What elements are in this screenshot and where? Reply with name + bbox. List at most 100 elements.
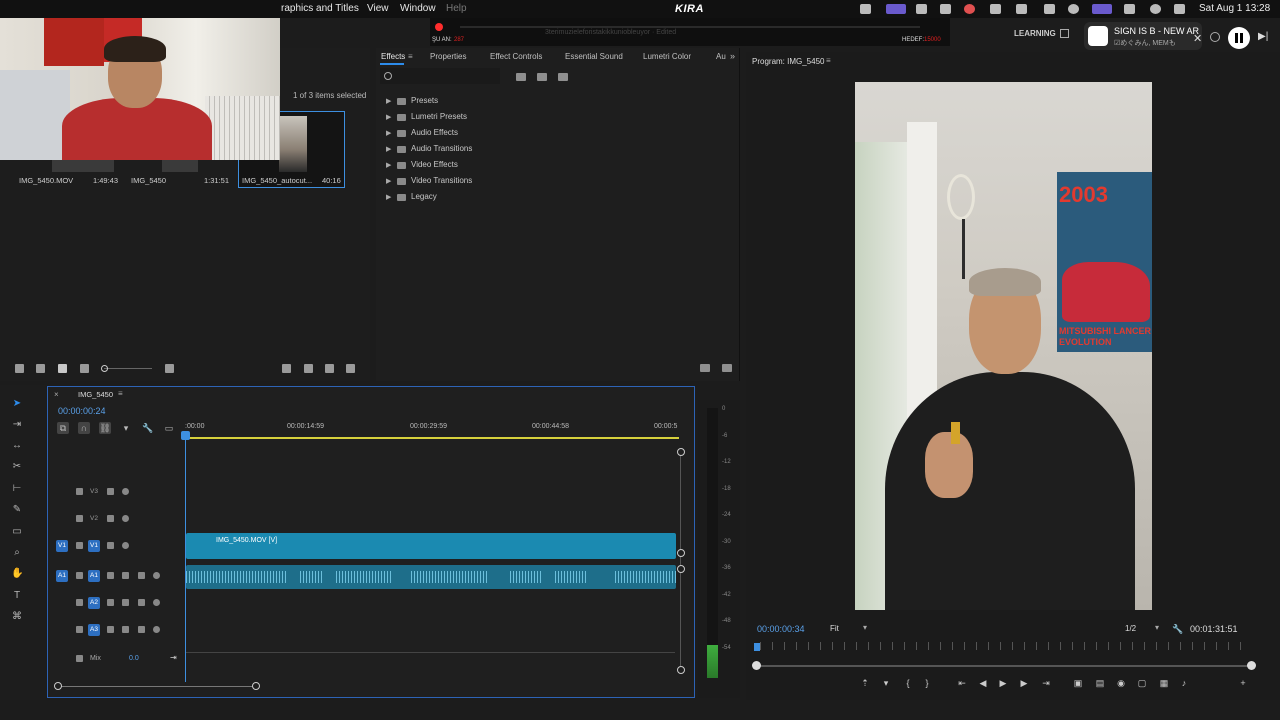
nest-icon[interactable]: ⧉ [57,422,69,434]
rectangle-icon[interactable]: ▭ [11,526,23,538]
play-icon[interactable]: ▶ [998,678,1008,688]
sync-lock-icon[interactable] [107,626,114,633]
selection-tool-icon[interactable]: ➤ [11,398,23,410]
workspace-learning[interactable]: LEARNING [1014,29,1056,38]
panel-menu-icon[interactable]: ≡ [118,389,123,398]
ripple-edit-icon[interactable]: ↔ [11,440,23,452]
close-icon[interactable]: ✕ [1193,32,1202,45]
freeform-view-icon[interactable] [80,364,89,373]
more-tabs-icon[interactable]: » [730,51,735,61]
status-icon[interactable] [990,4,1001,14]
work-area-bar[interactable] [185,437,679,439]
lift-icon[interactable]: ⇡ [860,678,870,688]
video-clip[interactable]: IMG_5450.MOV [V] [186,533,676,559]
add-marker-icon[interactable]: ▾ [881,678,891,688]
vertical-scroll-top-knob[interactable] [677,448,685,456]
status-icon[interactable] [860,4,871,14]
project-thumb-2[interactable] [162,160,198,172]
type-icon[interactable]: T [11,590,23,602]
status-icon[interactable] [916,4,927,14]
sync-lock-icon[interactable] [107,515,114,522]
tab-lumetri-color[interactable]: Lumetri Color [643,52,691,61]
lock-icon[interactable] [76,515,83,522]
source-patch-a1[interactable]: A1 [56,570,68,582]
lock-icon[interactable] [76,655,83,662]
wrench-icon[interactable]: 🔧 [142,422,154,434]
insert-icon[interactable]: ▣ [1073,678,1083,688]
export-frame-icon[interactable]: ◉ [1116,678,1126,688]
sequence-tab[interactable]: IMG_5450 [78,390,113,399]
chrome-icon[interactable] [964,4,975,14]
timeline-playhead[interactable] [181,431,190,440]
lock-icon[interactable] [76,572,83,579]
track-target-v1[interactable]: V1 [88,540,100,552]
add-button-icon[interactable]: + [1238,678,1248,688]
program-current-time[interactable]: 00:00:00:34 [757,624,805,634]
captions-icon[interactable]: ▭ [163,422,175,434]
volume-icon[interactable]: ♪ [1179,678,1189,688]
program-ruler[interactable] [760,642,1250,650]
tab-effect-controls[interactable]: Effect Controls [490,52,542,61]
automate-to-sequence-icon[interactable] [282,364,291,373]
screen-mirror-icon[interactable] [1092,4,1112,14]
pencil-icon[interactable] [15,364,24,373]
vertical-scroll-bottom-knob[interactable] [677,666,685,674]
sync-lock-icon[interactable] [107,542,114,549]
sync-lock-icon[interactable] [107,572,114,579]
track-target-a3[interactable]: A3 [88,624,100,636]
trash-icon[interactable] [722,364,732,372]
pen-icon[interactable]: ✎ [11,504,23,516]
add-icon[interactable] [1210,32,1220,42]
track-select-icon[interactable]: ⇥ [11,419,23,431]
icon-view-icon[interactable] [58,364,67,373]
voice-over-icon[interactable] [153,572,160,579]
timeline-current-time[interactable]: 00:00:00:24 [58,406,106,416]
lock-icon[interactable] [76,626,83,633]
sync-lock-icon[interactable] [107,488,114,495]
overwrite-icon[interactable]: ▤ [1095,678,1105,688]
track-target-a2[interactable]: A2 [88,597,100,609]
mark-in-icon[interactable]: { [903,678,913,688]
pause-button[interactable] [1228,27,1250,49]
tab-effects[interactable]: Effects [381,52,405,61]
comparison-view-icon[interactable]: ▢ [1137,678,1147,688]
program-zoom-track[interactable] [756,665,1252,667]
status-icon[interactable] [886,4,906,14]
mute-icon[interactable] [122,626,129,633]
mix-value[interactable]: 0.0 [129,655,139,662]
proxy-icon[interactable]: ▦ [1159,678,1169,688]
menu-view[interactable]: View [367,3,389,14]
go-to-in-icon[interactable]: ⇤ [957,678,967,688]
mute-icon[interactable] [122,572,129,579]
voice-over-icon[interactable] [153,626,160,633]
timeline-horizontal-scroll[interactable] [58,686,256,687]
project-item-name[interactable]: IMG_5450_autocut... [242,176,312,185]
trash-icon[interactable] [346,364,355,373]
menu-graphics[interactable]: raphics and Titles [281,3,359,14]
status-icon[interactable] [940,4,951,14]
project-item-name[interactable]: IMG_5450 [131,176,166,185]
audio-clip[interactable] [186,565,676,589]
track-target-a1[interactable]: A1 [88,570,100,582]
mark-out-icon[interactable]: } [922,678,932,688]
solo-icon[interactable] [138,626,145,633]
razor-icon[interactable]: ✂ [11,461,23,473]
tab-essential-sound[interactable]: Essential Sound [565,52,623,61]
step-forward-icon[interactable]: ▶ [1019,678,1029,688]
tab-audio[interactable]: Au [716,52,726,61]
horizontal-scroll-right-knob[interactable] [252,682,260,690]
program-playhead[interactable] [754,643,760,651]
zoom-tool-icon[interactable]: ⌕ [11,547,23,559]
skip-forward-icon[interactable]: ▶| [1258,31,1268,42]
effects-search-input[interactable] [380,68,500,84]
eye-icon[interactable] [122,542,129,549]
32bit-effects-icon[interactable] [537,73,547,81]
search-icon[interactable] [1150,4,1161,14]
sync-lock-icon[interactable] [107,599,114,606]
play-icon[interactable] [1068,4,1079,14]
list-view-icon[interactable] [36,364,45,373]
lock-icon[interactable] [76,599,83,606]
resolution-select[interactable]: 1/2 [1122,622,1162,636]
zoom-slider[interactable] [104,368,152,369]
solo-icon[interactable] [138,599,145,606]
